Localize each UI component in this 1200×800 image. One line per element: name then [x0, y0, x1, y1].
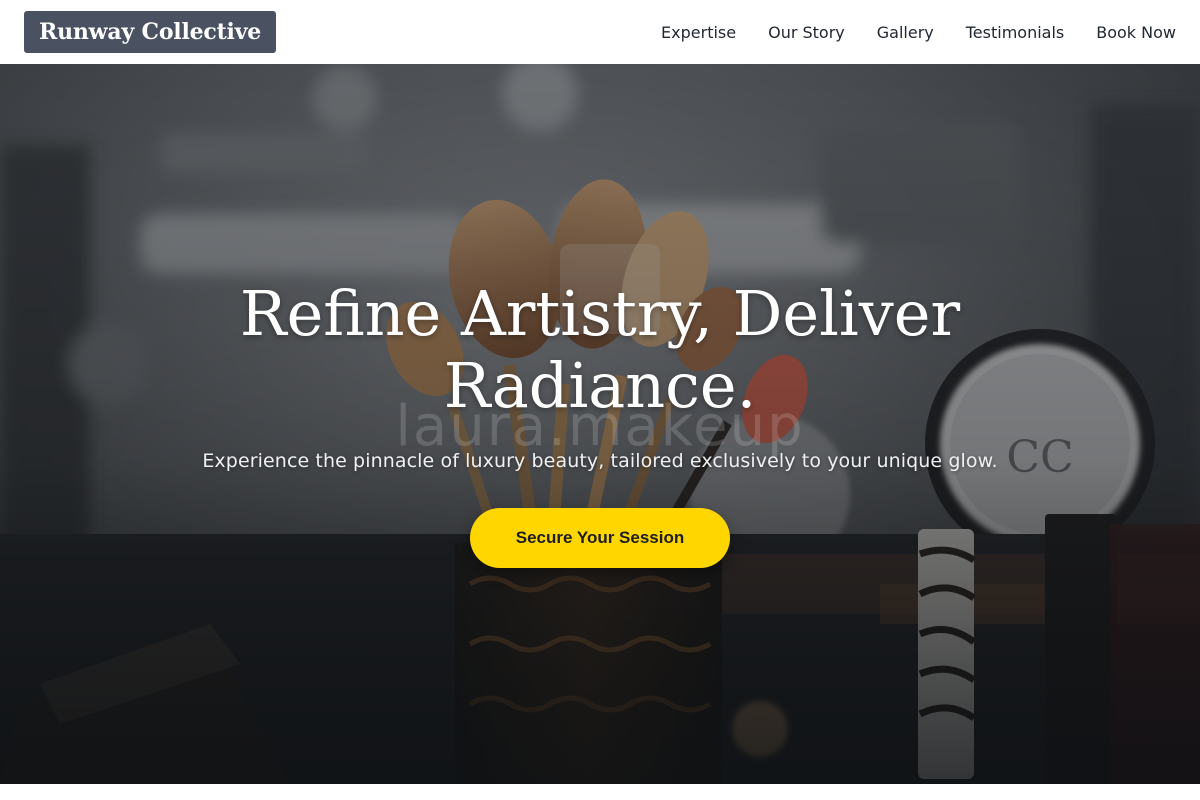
nav-link-testimonials[interactable]: Testimonials [966, 23, 1065, 42]
secure-session-button[interactable]: Secure Your Session [470, 508, 730, 568]
bottom-strip [0, 784, 1200, 800]
hero-content: laura.makeup Refine Artistry, Deliver Ra… [0, 64, 1200, 784]
main-nav: Expertise Our Story Gallery Testimonials… [661, 23, 1176, 42]
hero-title-line-1: Refine Artistry, Deliver [239, 277, 961, 350]
hero-section: CC [0, 64, 1200, 784]
hero-watermark: laura.makeup [395, 394, 805, 459]
nav-link-gallery[interactable]: Gallery [877, 23, 934, 42]
site-logo[interactable]: Runway Collective [24, 11, 277, 53]
site-header: Runway Collective Expertise Our Story Ga… [0, 0, 1200, 64]
nav-link-expertise[interactable]: Expertise [661, 23, 736, 42]
nav-link-our-story[interactable]: Our Story [768, 23, 845, 42]
nav-link-book-now[interactable]: Book Now [1096, 23, 1176, 42]
